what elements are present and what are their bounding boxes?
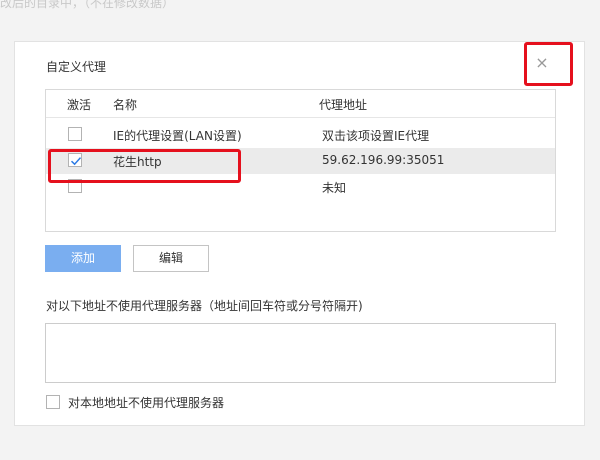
header-name: 名称 [113,98,138,112]
table-header: 激活 名称 代理地址 [46,90,555,118]
proxy-address: 未知 [322,181,347,195]
close-button-highlight [524,42,573,86]
header-active: 激活 [67,98,92,112]
background-text: 改后的目录中，（不在修改数据） [0,0,175,10]
proxy-address: 59.62.196.99:35051 [322,153,445,167]
dialog-title: 自定义代理 [46,60,107,74]
header-address: 代理地址 [319,98,368,112]
active-checkbox[interactable] [68,127,82,141]
selected-row-highlight [48,149,241,183]
bypass-address-input[interactable] [45,323,556,383]
local-bypass-checkbox[interactable] [46,395,60,409]
bypass-label: 对以下地址不使用代理服务器（地址间回车符或分号符隔开) [46,299,363,313]
proxy-address: 双击该项设置IE代理 [322,129,430,143]
table-row[interactable]: IE的代理设置(LAN设置) 双击该项设置IE代理 [46,122,555,148]
local-bypass-label[interactable]: 对本地地址不使用代理服务器 [68,394,224,411]
add-button[interactable]: 添加 [45,245,121,272]
proxy-name: IE的代理设置(LAN设置) [113,129,242,143]
edit-button[interactable]: 编辑 [133,245,209,272]
custom-proxy-dialog: 自定义代理 × 激活 名称 代理地址 IE的代理设置(LAN设置) 双击该项设置… [14,41,585,426]
